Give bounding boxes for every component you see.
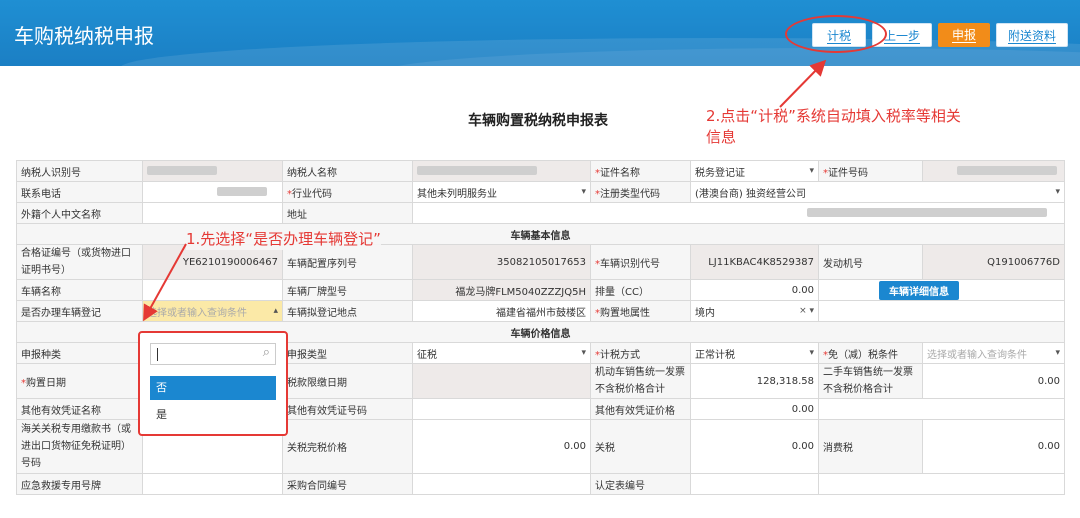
arrow-to-register-select <box>143 243 187 322</box>
arrow-to-calc-button <box>779 59 827 108</box>
annotation-arrows <box>143 59 827 322</box>
